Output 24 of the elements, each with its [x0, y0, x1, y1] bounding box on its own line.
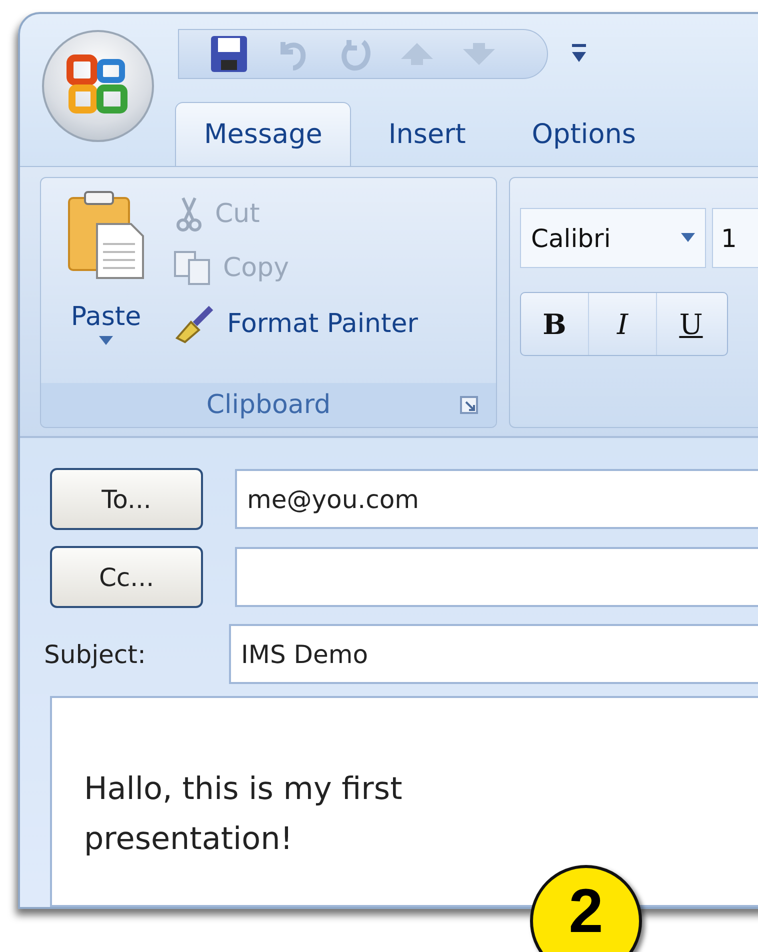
clipboard-icon	[67, 190, 145, 280]
address-field[interactable]	[235, 547, 758, 607]
caret-icon	[681, 233, 695, 243]
ribbon-tab[interactable]: Options	[502, 102, 665, 166]
paste-button[interactable]: Paste	[61, 190, 151, 383]
save-icon[interactable]	[209, 34, 249, 74]
dialog-launcher-icon[interactable]	[460, 396, 478, 414]
font-size-field[interactable]: 1	[712, 208, 758, 268]
italic-button[interactable]: I	[589, 293, 657, 355]
copy-icon	[173, 250, 213, 286]
address-button[interactable]: To...	[50, 468, 203, 530]
bold-button[interactable]: B	[521, 293, 589, 355]
message-text: Hallo, this is my first presentation!	[84, 770, 404, 859]
ribbon-tab[interactable]: Insert	[359, 102, 495, 166]
font-name-dropdown[interactable]: Calibri	[520, 208, 706, 268]
underline-button[interactable]: U	[657, 293, 725, 355]
subject-field[interactable]: IMS Demo	[229, 624, 758, 684]
group-title: Clipboard	[206, 390, 331, 420]
clipboard-command[interactable]: Format Painter	[173, 304, 418, 344]
subject-label: Subject:	[44, 640, 147, 668]
caret-icon	[99, 336, 113, 346]
address-button[interactable]: Cc...	[50, 546, 203, 608]
address-field[interactable]: me@you.com	[235, 469, 758, 529]
ribbon-tab[interactable]: Message	[175, 102, 352, 166]
